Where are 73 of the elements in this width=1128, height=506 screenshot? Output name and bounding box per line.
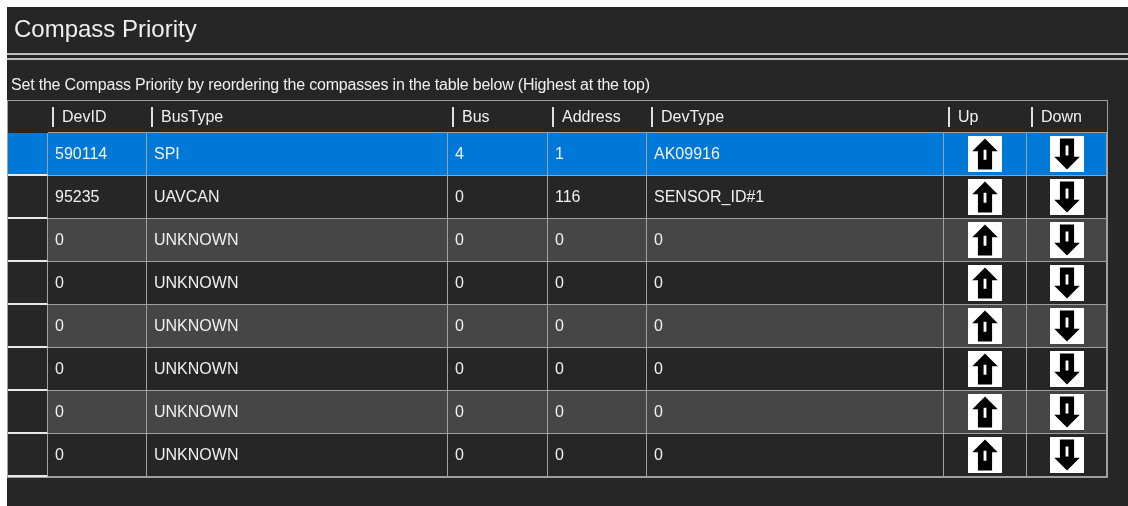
panel-title: Compass Priority — [14, 15, 197, 43]
move-down-button[interactable] — [1049, 222, 1084, 258]
table-cell: 590114 — [48, 133, 147, 176]
row-header[interactable] — [8, 348, 48, 391]
table-cell: 0 — [448, 434, 548, 477]
move-down-button[interactable] — [1049, 265, 1084, 301]
table-cell: 0 — [48, 391, 147, 434]
row-header[interactable] — [8, 176, 48, 219]
row-header[interactable] — [8, 305, 48, 348]
row-header[interactable] — [8, 391, 48, 434]
move-down-button[interactable] — [1049, 179, 1084, 215]
up-arrow-icon — [970, 137, 1000, 171]
table-cell: 0 — [48, 219, 147, 262]
move-up-button[interactable] — [968, 265, 1002, 301]
table-cell: 0 — [48, 262, 147, 305]
up-arrow-icon — [970, 180, 1000, 214]
table-cell: UNKNOWN — [147, 348, 448, 391]
move-down-button[interactable] — [1049, 351, 1084, 387]
up-arrow-icon — [970, 352, 1000, 386]
table-cell: 0 — [548, 391, 647, 434]
table-cell: AK09916 — [647, 133, 944, 176]
move-down-button[interactable] — [1049, 437, 1084, 473]
table-cell: 0 — [647, 391, 944, 434]
move-up-button[interactable] — [968, 437, 1002, 473]
move-up-button[interactable] — [968, 308, 1002, 344]
table-cell: UNKNOWN — [147, 434, 448, 477]
table-cell: 0 — [48, 305, 147, 348]
table-cell: 116 — [548, 176, 647, 219]
table-cell: 0 — [548, 434, 647, 477]
table-cell: 0 — [647, 434, 944, 477]
up-arrow-icon — [970, 438, 1000, 472]
table-cell: 0 — [448, 262, 548, 305]
move-up-button[interactable] — [968, 394, 1002, 430]
move-up-button[interactable] — [968, 222, 1002, 258]
table-cell: UAVCAN — [147, 176, 448, 219]
row-header[interactable] — [8, 262, 48, 305]
up-arrow-icon — [970, 395, 1000, 429]
table-cell: 1 — [548, 133, 647, 176]
table-cell: SENSOR_ID#1 — [647, 176, 944, 219]
table-cell: 0 — [48, 434, 147, 477]
table-cell: SPI — [147, 133, 448, 176]
table-cell: 0 — [448, 176, 548, 219]
move-up-button[interactable] — [968, 179, 1002, 215]
table-cell: 0 — [448, 391, 548, 434]
table-cell: UNKNOWN — [147, 305, 448, 348]
table-cell: 0 — [48, 348, 147, 391]
table-cell: 0 — [647, 305, 944, 348]
table-cell: 0 — [448, 348, 548, 391]
table-cell: UNKNOWN — [147, 391, 448, 434]
table-cell: 0 — [548, 305, 647, 348]
move-down-button[interactable] — [1049, 136, 1084, 172]
move-up-button[interactable] — [968, 136, 1002, 172]
table-cell: UNKNOWN — [147, 219, 448, 262]
up-arrow-icon — [970, 223, 1000, 257]
row-header[interactable] — [8, 219, 48, 262]
table-cell: 4 — [448, 133, 548, 176]
table-cell: 0 — [647, 348, 944, 391]
instructions-text: Set the Compass Priority by reordering the compasses in the table below (Highest at the top) — [10, 75, 651, 95]
move-down-button[interactable] — [1049, 308, 1084, 344]
table-cell: 0 — [548, 219, 647, 262]
table-cell: 95235 — [48, 176, 147, 219]
up-arrow-icon — [970, 309, 1000, 343]
table-cell: 0 — [548, 348, 647, 391]
table-cell: UNKNOWN — [147, 262, 448, 305]
table-cell: 0 — [548, 262, 647, 305]
table-cell: 0 — [647, 219, 944, 262]
table-cell: 0 — [647, 262, 944, 305]
table-cell: 0 — [448, 305, 548, 348]
up-arrow-icon — [970, 266, 1000, 300]
row-header[interactable] — [8, 434, 48, 477]
move-down-button[interactable] — [1049, 394, 1084, 430]
move-up-button[interactable] — [968, 351, 1002, 387]
table-cell: 0 — [448, 219, 548, 262]
